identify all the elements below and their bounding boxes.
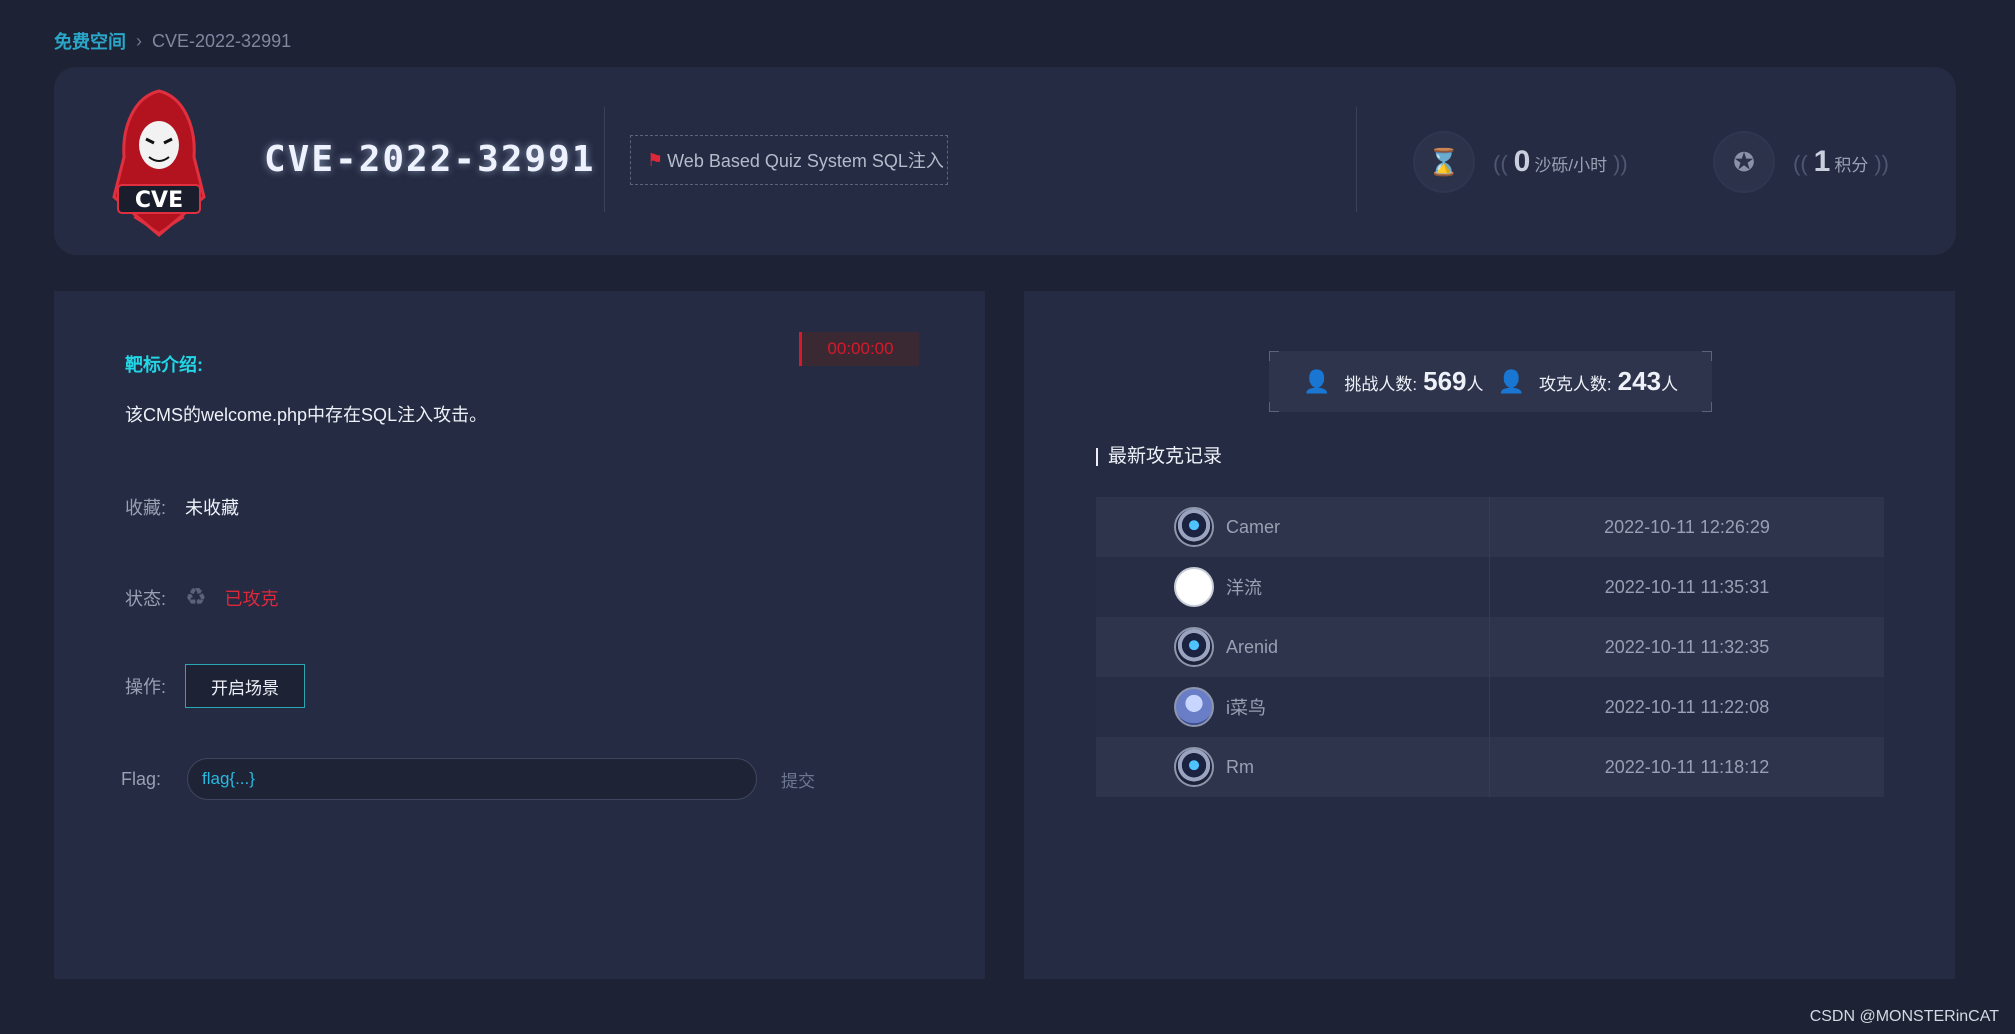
recycle-status-icon: ♻: [185, 584, 207, 611]
status-label: 状态:: [125, 588, 167, 609]
record-time: 2022-10-11 11:22:08: [1604, 696, 1770, 717]
records-title: 最新攻克记录: [1096, 447, 1222, 466]
action-row: 操作: 开启场景: [125, 664, 305, 708]
leaderboard-panel: 👤 挑战人数: 569 人 👤 攻克人数: 243 人 最新攻克记录 Camer…: [1024, 291, 1955, 979]
solvers-value: 243: [1617, 366, 1662, 396]
record-user-name: Rm: [1226, 756, 1254, 777]
submit-button[interactable]: 提交: [781, 767, 815, 792]
vulnerability-tag: ⚑ Web Based Quiz System SQL注入: [630, 135, 948, 185]
challenge-detail-panel: 00:00:00 靶标介绍: 该CMS的welcome.php中存在SQL注入攻…: [54, 291, 985, 979]
page-title: CVE-2022-32991: [264, 139, 596, 180]
intro-text: 该CMS的welcome.php中存在SQL注入攻击。: [125, 405, 488, 425]
logo-text: CVE: [135, 188, 183, 213]
start-scene-button[interactable]: 开启场景: [185, 664, 305, 708]
breadcrumb-current: CVE-2022-32991: [152, 30, 292, 51]
sand-rate-unit: 沙砾/小时: [1534, 156, 1608, 175]
points-unit: 积分: [1834, 156, 1869, 175]
sand-rate-value: 0: [1513, 145, 1531, 178]
points-value: 1: [1813, 145, 1831, 178]
solvers-label: 攻克人数:: [1538, 375, 1612, 394]
breadcrumb-separator-icon: ›: [136, 30, 142, 51]
table-row: 洋流 2022-10-11 11:35:31: [1096, 557, 1884, 617]
avatar: [1174, 687, 1214, 727]
challenge-counters: 👤 挑战人数: 569 人 👤 攻克人数: 243 人: [1269, 351, 1712, 412]
medal-icon: ✪: [1715, 133, 1773, 191]
record-user-name: 洋流: [1226, 578, 1262, 598]
vulnerability-tag-label: Web Based Quiz System SQL注入: [667, 151, 944, 171]
avatar: [1174, 567, 1214, 607]
solvers-unit: 人: [1661, 375, 1679, 394]
avatar: [1174, 507, 1214, 547]
records-table: Camer 2022-10-11 12:26:29 洋流 2022-10-11 …: [1096, 497, 1884, 797]
avatar: [1174, 627, 1214, 667]
record-user-name: Arenid: [1226, 636, 1279, 657]
record-time: 2022-10-11 11:32:35: [1604, 636, 1770, 657]
status-badge: 已攻克: [224, 588, 279, 609]
challengers-unit: 人: [1466, 375, 1484, 394]
bookmark-icon: ⚑: [647, 149, 664, 170]
record-user-name: i菜鸟: [1226, 698, 1266, 718]
table-row: Arenid 2022-10-11 11:32:35: [1096, 617, 1884, 677]
action-label: 操作:: [125, 677, 167, 697]
flag-row: Flag: 提交: [121, 758, 815, 800]
avatar: [1174, 747, 1214, 787]
cve-logo-icon: CVE: [104, 87, 214, 237]
points-stat: ✪ (( 1 积分 )): [1715, 133, 1895, 191]
intro-label: 靶标介绍:: [125, 355, 203, 375]
solvers-count: 攻克人数: 243 人: [1539, 366, 1678, 397]
challengers-label: 挑战人数:: [1344, 375, 1418, 394]
record-time: 2022-10-11 12:26:29: [1604, 516, 1770, 537]
sand-rate-stat: ⌛ (( 0 沙砾/小时 )): [1415, 133, 1634, 191]
challenge-header: CVE CVE-2022-32991 ⚑ Web Based Quiz Syst…: [54, 67, 1956, 255]
record-time: 2022-10-11 11:18:12: [1604, 756, 1770, 777]
record-user-name: Camer: [1226, 516, 1281, 537]
breadcrumb-home-link[interactable]: 免费空间: [54, 28, 126, 54]
challengers-count: 挑战人数: 569 人: [1344, 366, 1483, 397]
table-row: i菜鸟 2022-10-11 11:22:08: [1096, 677, 1884, 737]
table-row: Rm 2022-10-11 11:18:12: [1096, 737, 1884, 797]
hourglass-icon: ⌛: [1415, 133, 1473, 191]
user-icon: 👤: [1497, 368, 1525, 394]
favorite-toggle[interactable]: 未收藏: [185, 494, 239, 520]
record-time: 2022-10-11 11:35:31: [1604, 576, 1770, 597]
flag-input[interactable]: [187, 758, 757, 800]
table-row: Camer 2022-10-11 12:26:29: [1096, 497, 1884, 557]
watermark: CSDN @MONSTERinCAT: [1809, 1008, 1999, 1025]
user-icon: 👤: [1303, 368, 1331, 394]
flag-label: Flag:: [121, 768, 162, 789]
favorite-row: 收藏: 未收藏: [125, 494, 239, 520]
divider: [604, 107, 605, 212]
status-row: 状态: ♻ 已攻克: [125, 583, 279, 612]
favorite-label: 收藏:: [125, 498, 167, 518]
countdown-timer: 00:00:00: [799, 332, 919, 366]
challengers-value: 569: [1423, 366, 1467, 396]
divider: [1356, 107, 1357, 212]
breadcrumb: 免费空间 › CVE-2022-32991: [54, 28, 291, 54]
